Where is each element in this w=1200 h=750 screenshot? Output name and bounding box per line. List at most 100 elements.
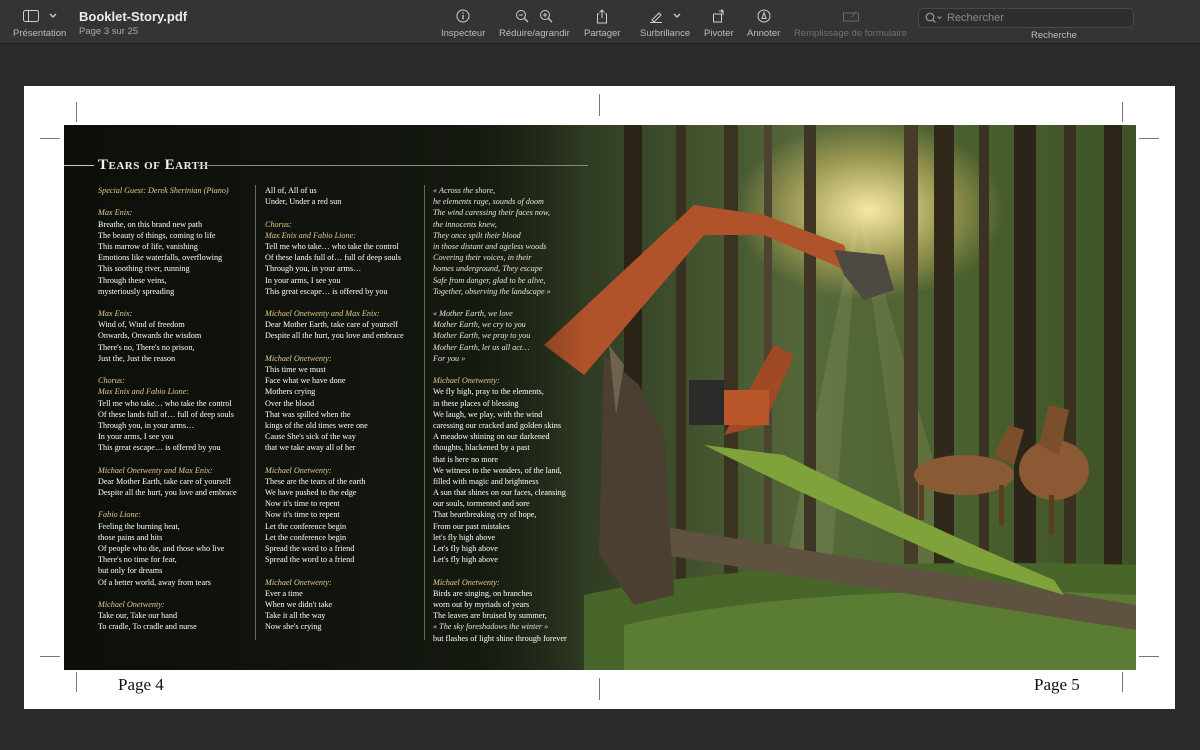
singer-label: Max Enix and Fabio Lione: (265, 230, 356, 240)
lyric-line: Wind of, Wind of freedom (98, 320, 185, 330)
lyric-line: A meadow shining on our darkened (433, 432, 550, 442)
lyric-line: he elements rage, sounds of doom (433, 197, 544, 207)
lyric-line: Now it's time to repent (265, 499, 340, 509)
lyric-line: our souls, tormented and sore (433, 499, 530, 509)
singer-label: Chorus: (98, 376, 125, 386)
chevron-down-icon[interactable] (673, 13, 681, 19)
singer-label: Michael Onetwenty: (265, 577, 332, 587)
lyric-line: Let the conference begin (265, 521, 347, 531)
highlight-button[interactable]: Surbrillance (640, 6, 690, 39)
crop-mark (1122, 102, 1123, 122)
share-label: Partager (584, 28, 621, 39)
rotate-label: Pivoter (704, 28, 734, 39)
singer-label: Michael Onetwenty and Max Enix: (265, 309, 380, 319)
highlighter-icon (650, 12, 663, 23)
search-placeholder: Rechercher (947, 12, 1004, 24)
title-rule (64, 165, 94, 166)
lyric-line: There's no time for fear, (98, 555, 177, 565)
lyric-line: That was spilled when the (265, 409, 351, 419)
rotate-button[interactable]: Pivoter (704, 6, 734, 39)
lyric-line: Dear Mother Earth, take care of yourself (98, 476, 231, 486)
lyric-line: All of, All of us (265, 186, 317, 195)
lyric-line: that is here no more (433, 454, 499, 464)
lyric-line: We witness to the wonders, of the land, (433, 465, 562, 475)
page-number-right: Page 5 (1034, 675, 1080, 694)
annotate-label: Annoter (747, 28, 781, 39)
lyric-line: Mother Earth, we pray to you (433, 331, 531, 341)
lyric-line: Despite all the hurt, you love and embra… (265, 331, 404, 341)
lyric-line: in those distant and ageless woods (433, 241, 547, 251)
lyric-line: Take our, Take our hand (98, 611, 178, 621)
annotate-button[interactable]: Annoter (747, 6, 780, 39)
lyric-line: In your arms, I see you (265, 275, 341, 285)
lyric-line: Cause She's sick of the way (265, 432, 356, 442)
lyric-line: Let the conference begin (265, 532, 347, 542)
search-label: Recherche (1031, 30, 1077, 41)
markup-pen-icon (757, 9, 771, 23)
search-icon (925, 12, 942, 23)
lyric-line: This time we must (265, 365, 326, 374)
lyric-line: Ever a time (265, 588, 303, 598)
pdf-page: Tears of Earth Special Guest: Derek Sher… (24, 86, 1175, 709)
lyric-line: those pains and hits (98, 532, 163, 542)
lyric-line: There's no, There's no prison, (98, 342, 195, 352)
lyric-line: Of a better world, away from tears (98, 577, 211, 587)
lyric-line: Spread the word to a friend (265, 555, 355, 565)
form-fill-button: Remplissage de formulaire (794, 6, 907, 39)
presentation-button[interactable]: Présentation (13, 6, 66, 39)
lyric-line: Let's fly high above (433, 555, 498, 565)
lyric-line: Breathe, on this brand new path (98, 219, 203, 229)
zoom-in-icon[interactable] (539, 9, 553, 23)
singer-label: Michael Onetwenty: (433, 577, 500, 587)
lyric-line: This great escape… is offered by you (98, 443, 221, 453)
chevron-down-icon (49, 13, 57, 18)
lyric-line: This great escape… is offered by you (265, 286, 388, 296)
lyric-line: « Mother Earth, we love (433, 309, 513, 319)
singer-label: Michael Onetwenty and Max Enix: (98, 465, 213, 475)
page-number-left: Page 4 (118, 675, 164, 694)
lyric-line: A sun that shines on our faces, cleansin… (433, 488, 566, 498)
lyric-line: This soothing river, running (98, 264, 190, 274)
lyric-line: Dear Mother Earth, take care of yourself (265, 320, 398, 330)
zoom-buttons[interactable]: Réduire/agrandir (499, 6, 570, 39)
lyric-line: « The sky foreshadows the winter » (433, 622, 549, 632)
lyric-line: Mothers crying (265, 387, 316, 397)
crop-mark (1139, 138, 1159, 139)
lyric-line: Of these lands full of… full of deep sou… (265, 253, 401, 263)
lyric-line: In your arms, I see you (98, 432, 174, 442)
crop-mark (1122, 672, 1123, 692)
lyric-line: Mother Earth, let us all act… (433, 342, 530, 352)
lyric-line: The wind caressing their faces now, (433, 208, 550, 218)
lyric-line: That heartbreaking cry of hope, (433, 510, 537, 520)
lyric-line: For you » (433, 353, 466, 363)
share-icon (597, 8, 608, 23)
rotate-icon (712, 9, 724, 23)
singer-label: Chorus: (265, 219, 292, 229)
column-divider (255, 185, 256, 640)
crop-mark (76, 672, 77, 692)
lyric-line: The leaves are bruised by summer, (433, 611, 547, 621)
search-input[interactable]: Rechercher (918, 8, 1134, 28)
info-icon (456, 9, 470, 23)
lyric-line: Of these lands full of… full of deep sou… (98, 409, 234, 419)
lyric-line: Through these veins, (98, 275, 167, 285)
singer-label: Max Enix and Fabio Lione: (98, 387, 189, 397)
inspector-button[interactable]: Inspecteur (441, 6, 485, 39)
lyric-line: Of people who die, and those who live (98, 544, 225, 553)
zoom-out-icon[interactable] (515, 9, 529, 23)
lyrics-column-1: Special Guest: Derek Sherinian (Piano) Ma… (98, 185, 237, 633)
highlight-label: Surbrillance (640, 28, 691, 39)
lyric-line: From our past mistakes (433, 521, 510, 531)
lyric-line: filled with magic and brightness (433, 476, 539, 486)
form-fill-label: Remplissage de formulaire (794, 28, 907, 39)
lyric-line: Through you, in your arms… (265, 264, 362, 274)
document-title: Booklet-Story.pdf (79, 9, 188, 24)
lyric-line: Birds are singing, on branches (433, 588, 533, 598)
singer-label: Michael Onetwenty: (98, 599, 165, 609)
share-button[interactable]: Partager (584, 6, 620, 39)
